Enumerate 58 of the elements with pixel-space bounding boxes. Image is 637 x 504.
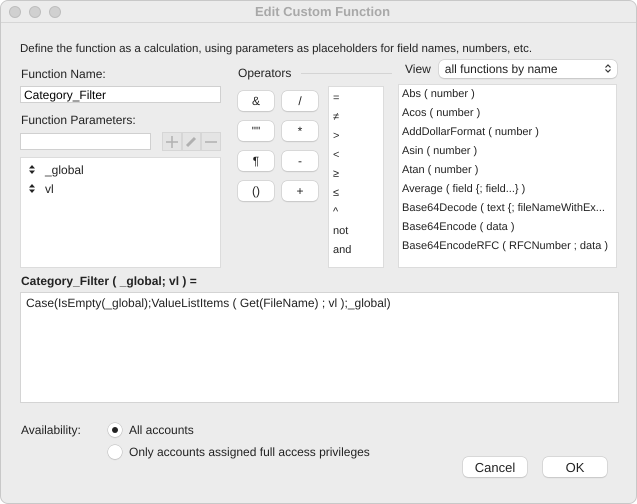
function-item[interactable]: Base64Encode ( data ) [402,218,613,237]
operator-item[interactable]: > [333,127,379,146]
parameter-item[interactable]: vl [45,182,54,196]
dialog-button[interactable]: Cancel [463,457,527,477]
operator-button[interactable]: / [282,91,318,111]
sort-arrows-icon [29,184,35,193]
remove-button[interactable] [201,132,222,151]
parameter-field[interactable] [20,133,151,150]
operator-button[interactable]: & [238,91,274,111]
availability-label: Availability: [20,423,82,439]
operator-item[interactable]: and [333,241,379,260]
formula-label: Category_Filter ( _global; vl ) = [21,274,198,288]
operators-label: Operators [238,66,292,80]
window-title: Edit Custom Function [254,4,392,19]
function-item[interactable]: Average ( field {; field...} ) [402,180,613,199]
operator-item[interactable]: ^ [333,203,379,222]
function-item[interactable]: Base64Decode ( text {; fileNameWithEx... [402,199,613,218]
function-parameters-label: Function Parameters: [21,113,137,127]
operator-item[interactable]: < [333,146,379,165]
zoom-window-icon[interactable] [49,6,61,18]
operator-item[interactable]: ≠ [333,108,379,127]
operator-button[interactable]: * [282,121,318,141]
radio-button[interactable] [108,445,122,459]
operator-button[interactable]: "" [238,121,274,141]
function-item[interactable]: Base64EncodeRFC ( RFCNumber ; data ) [402,237,613,256]
view-label: View [405,62,431,76]
operator-button[interactable]: () [238,181,274,201]
operator-item[interactable]: ≥ [333,165,379,184]
parameter-item[interactable]: _global [45,162,84,176]
function-item[interactable]: Abs ( number ) [402,85,613,104]
operator-button[interactable]: ¶ [238,151,274,171]
description-text: Define the function as a calculation, using parameters as placeholders for field names, numbers, etc. [20,43,534,55]
function-item[interactable]: AddDollarFormat ( number ) [402,123,613,142]
function-item[interactable]: Acos ( number ) [402,104,613,123]
close-window-icon[interactable] [9,6,21,18]
view-dropdown[interactable]: all functions by name [438,60,617,78]
minimize-window-icon[interactable] [29,6,41,18]
operator-button[interactable]: - [282,151,318,171]
operator-item[interactable]: ≤ [333,184,379,203]
function-item[interactable]: Atan ( number ) [402,161,613,180]
operator-item[interactable]: = [333,89,379,108]
edit-button[interactable] [182,132,202,151]
minus-icon [205,140,218,142]
add-button[interactable] [162,132,182,151]
formula-editor[interactable]: Case(IsEmpty(_global);ValueListItems ( Get(FileName) ; vl );_global) [20,292,619,403]
operator-item[interactable]: not [333,222,379,241]
radio-label[interactable]: All accounts [129,423,194,437]
operator-button[interactable]: + [282,181,318,201]
function-name-field[interactable]: Category_Filter [20,86,221,103]
sort-arrows-icon [29,165,35,174]
radio-button[interactable] [108,423,122,437]
function-name-label: Function Name: [21,67,107,81]
radio-label[interactable]: Only accounts assigned full access privileges [129,445,370,459]
chevron-updown-icon [605,64,611,73]
plus-icon [166,136,178,148]
function-item[interactable]: Asin ( number ) [402,142,613,161]
pencil-icon [185,136,198,148]
dialog-button[interactable]: OK [543,457,607,477]
